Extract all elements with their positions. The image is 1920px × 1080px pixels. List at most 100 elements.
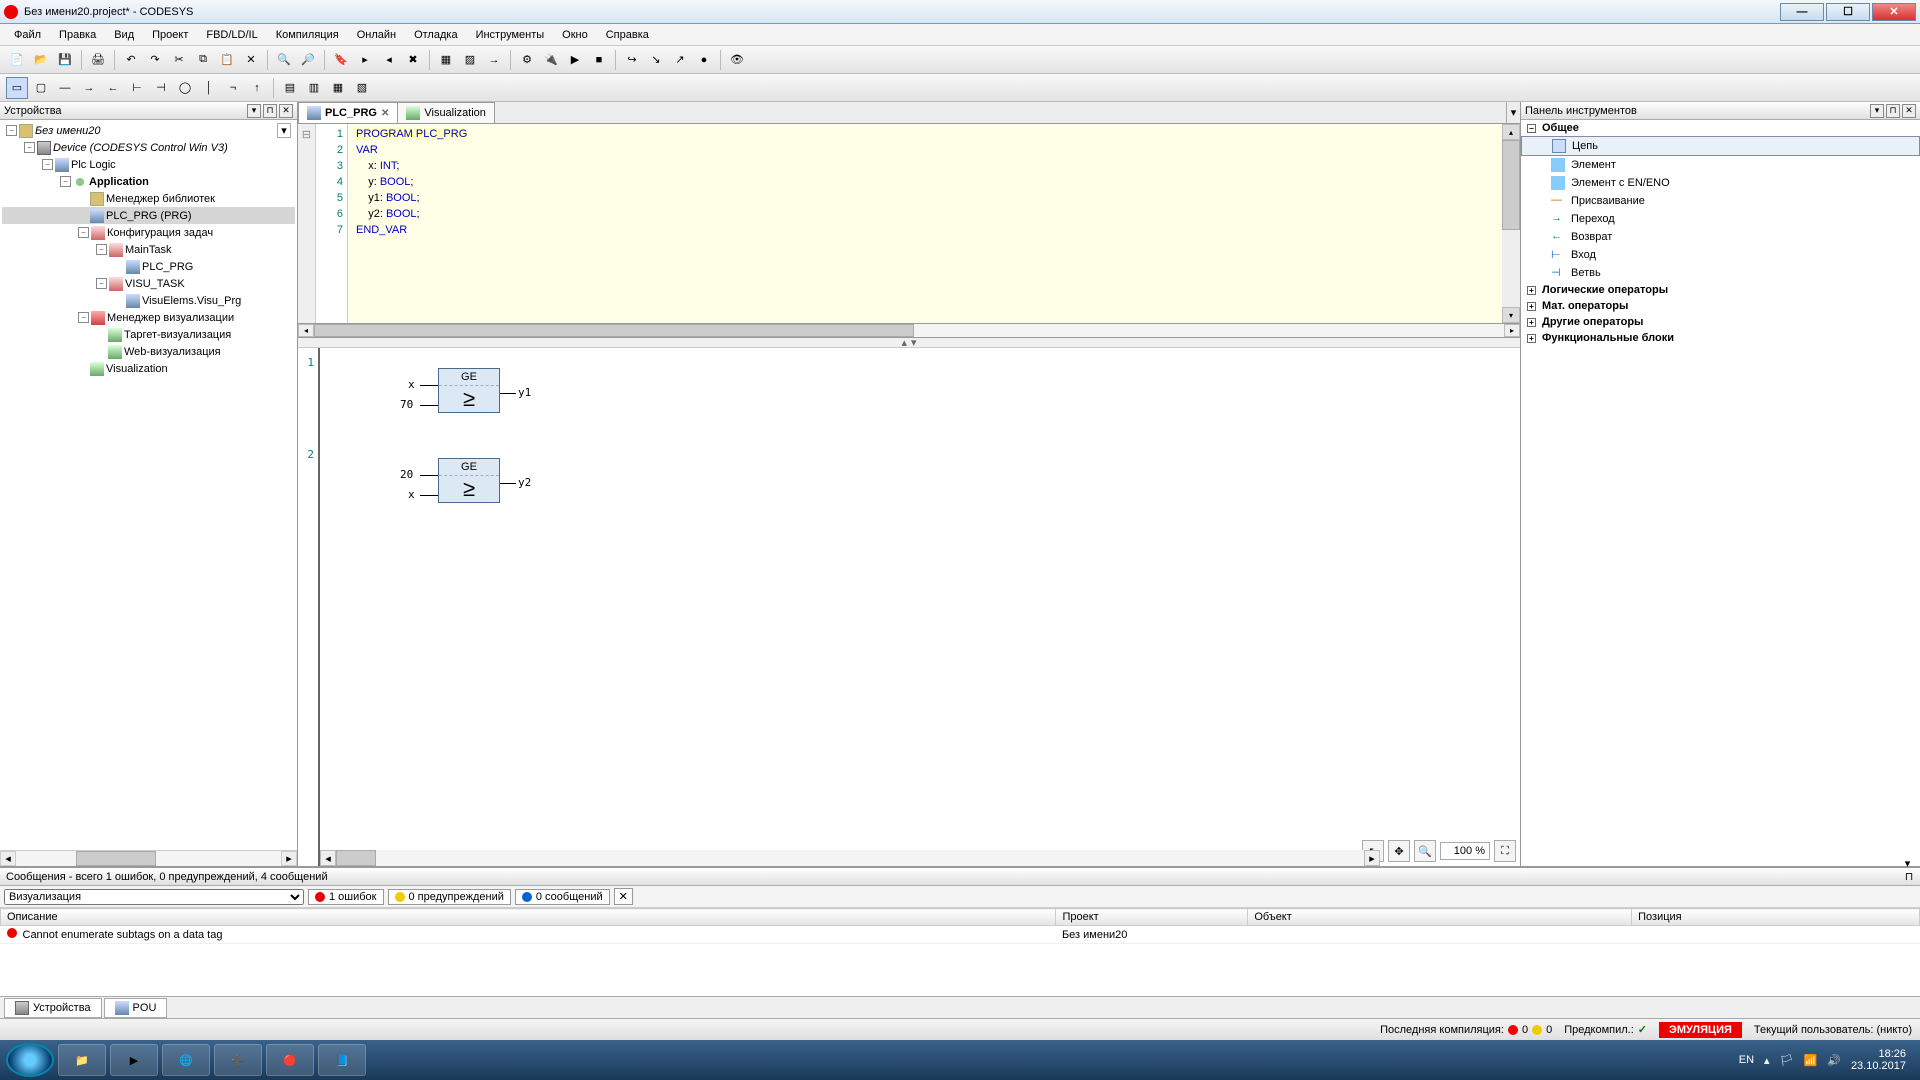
contact-icon[interactable]: │ [198,77,220,99]
panel-pin-button[interactable]: ⊓ [1886,104,1900,118]
login-icon[interactable]: 🔌 [540,49,562,71]
device-tree[interactable]: −Без имени20▾ −Device (CODESYS Control W… [0,120,297,850]
messages-source-select[interactable]: Визуализация [4,889,304,905]
errors-filter[interactable]: 1 ошибок [308,889,384,905]
scroll-down-icon[interactable]: ▾ [1502,307,1520,323]
block-input-2[interactable]: x [408,488,415,501]
taskbar-word[interactable]: 📘 [318,1044,366,1076]
tree-web[interactable]: Web-визуализация [124,346,221,358]
col-position[interactable]: Позиция [1632,909,1920,926]
scroll-thumb[interactable] [1502,140,1520,230]
maximize-button[interactable]: ☐ [1826,3,1870,21]
expander-icon[interactable]: − [78,227,89,238]
block-output[interactable]: y2 [518,476,531,489]
menu-project[interactable]: Проект [144,27,196,43]
undo-icon[interactable]: ↶ [120,49,142,71]
taskbar-app1[interactable]: ➕ [214,1044,262,1076]
expander-icon[interactable]: − [78,312,89,323]
compile-icon[interactable]: ⚙ [516,49,538,71]
input-icon[interactable]: ⊢ [126,77,148,99]
negate-icon[interactable]: ¬ [222,77,244,99]
menu-debug[interactable]: Отладка [406,27,465,43]
view4-icon[interactable]: ▧ [351,77,373,99]
toolbox-group-fb[interactable]: +Функциональные блоки [1521,330,1920,346]
stop-icon[interactable]: ■ [588,49,610,71]
tab-devices[interactable]: Устройства [4,998,102,1018]
expander-icon[interactable]: + [1527,334,1536,343]
code-hscroll[interactable]: ◂ ▸ [298,324,1520,338]
menu-fbd[interactable]: FBD/LD/IL [198,27,265,43]
scroll-right-icon[interactable]: ▸ [281,851,297,866]
tab-pou[interactable]: POU [104,998,168,1018]
panel-close-button[interactable]: ✕ [1902,104,1916,118]
tree-hscroll[interactable]: ◂ ▸ [0,850,297,866]
fbd-hscroll[interactable]: ◂ ▸ [320,850,1380,866]
print-icon[interactable]: 🖨 [87,49,109,71]
jump-icon[interactable]: → [78,77,100,99]
expander-icon[interactable]: − [96,278,107,289]
menu-help[interactable]: Справка [598,27,657,43]
run-icon[interactable]: ▶ [564,49,586,71]
panel-pin-button[interactable]: ⊓ [263,104,277,118]
watch-icon[interactable]: 👁 [726,49,748,71]
block-output[interactable]: y1 [518,386,531,399]
tabs-menu-button[interactable]: ▾ [1506,102,1520,123]
return-icon[interactable]: ← [102,77,124,99]
col-project[interactable]: Проект [1056,909,1248,926]
fbd-block-ge-1[interactable]: GE ≥ [438,368,500,413]
menu-tools[interactable]: Инструменты [468,27,553,43]
minimize-button[interactable]: — [1780,3,1824,21]
tray-volume-icon[interactable]: 🔊 [1827,1054,1841,1067]
scroll-left-icon[interactable]: ◂ [320,850,336,866]
open-icon[interactable]: 📂 [30,49,52,71]
scroll-right-icon[interactable]: ▸ [1504,324,1520,337]
tree-maintask[interactable]: MainTask [125,244,171,256]
menu-edit[interactable]: Правка [51,27,104,43]
bookmark-clear-icon[interactable]: ✖ [402,49,424,71]
clear-messages-button[interactable]: ✕ [614,888,633,905]
close-button[interactable]: ✕ [1872,3,1916,21]
taskbar-codesys[interactable]: 🔴 [266,1044,314,1076]
message-row[interactable]: Cannot enumerate subtags on a data tag Б… [1,926,1920,944]
toolbox-item-network[interactable]: Цепь [1521,136,1920,156]
copy-icon[interactable]: ⧉ [192,49,214,71]
tree-app[interactable]: Application [89,176,149,188]
warnings-filter[interactable]: 0 предупреждений [388,889,511,905]
breakpoint-icon[interactable]: ● [693,49,715,71]
tab-plc-prg[interactable]: PLC_PRG✕ [298,102,398,123]
view2-icon[interactable]: ▥ [303,77,325,99]
bookmark-icon[interactable]: 🔖 [330,49,352,71]
tray-flag-icon[interactable]: 🏳 [1780,1054,1794,1067]
coil-icon[interactable]: ◯ [174,77,196,99]
toolbox-item-return[interactable]: ←Возврат [1521,228,1920,246]
zoom-value[interactable]: 100 % [1440,842,1490,860]
network-icon[interactable]: ▭ [6,77,28,99]
tray-clock[interactable]: 18:26 23.10.2017 [1851,1048,1906,1072]
toolbox-item-branch[interactable]: ⊣Ветвь [1521,264,1920,282]
tree-plcprg[interactable]: PLC_PRG [142,261,193,273]
panel-menu-button[interactable]: ▾ [247,104,261,118]
start-button[interactable] [6,1043,54,1077]
tab-visualization[interactable]: Visualization [397,102,495,123]
stepover-icon[interactable]: ↪ [621,49,643,71]
tree-visutask[interactable]: VISU_TASK [125,278,185,290]
toolbox-item-jump[interactable]: →Переход [1521,210,1920,228]
tree-device[interactable]: Device (CODESYS Control Win V3) [53,142,228,154]
tray-lang[interactable]: EN [1739,1054,1754,1066]
tree-target[interactable]: Таргет-визуализация [124,329,231,341]
findnext-icon[interactable]: 🔎 [297,49,319,71]
scroll-left-icon[interactable]: ◂ [0,851,16,866]
stepin-icon[interactable]: ↘ [645,49,667,71]
col-description[interactable]: Описание [1,909,1056,926]
expander-icon[interactable]: + [1527,302,1536,311]
fbd-block-ge-2[interactable]: GE ≥ [438,458,500,503]
tree-taskcfg[interactable]: Конфигурация задач [107,227,213,239]
block-input-1[interactable]: x [408,378,415,391]
comment-icon[interactable]: ▦ [435,49,457,71]
block-input-2[interactable]: 70 [400,398,413,411]
panel-menu-button[interactable]: ▾ [1870,104,1884,118]
scroll-thumb[interactable] [76,851,156,866]
expander-icon[interactable]: − [96,244,107,255]
info-filter[interactable]: 0 сообщений [515,889,610,905]
tray-network-icon[interactable]: 📶 [1804,1054,1818,1067]
